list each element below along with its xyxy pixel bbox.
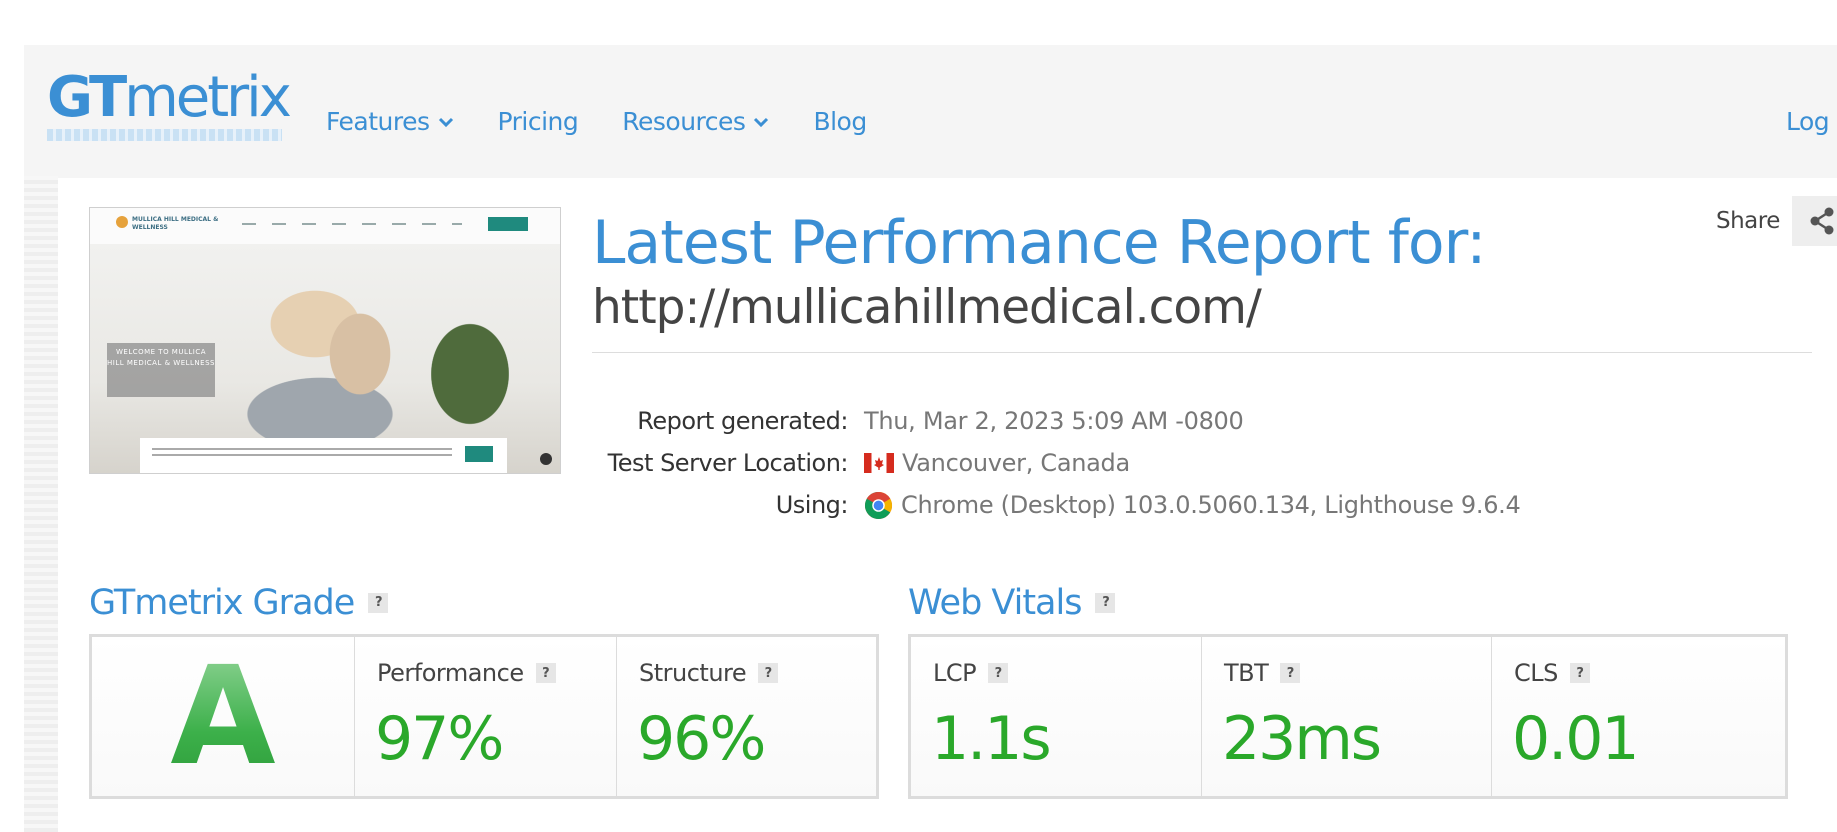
vitals-title: Web Vitals: [908, 583, 1082, 623]
vitals-help-icon[interactable]: ?: [1095, 593, 1116, 613]
structure-value: 96%: [637, 704, 766, 774]
divider: [592, 352, 1812, 353]
main-nav: Features Pricing Resources Blog: [326, 107, 911, 136]
share-control: Share: [1716, 196, 1837, 246]
meta-label: Report generated:: [637, 407, 848, 435]
nav-blog[interactable]: Blog: [813, 107, 867, 136]
meta-row-generated: Report generated: Thu, Mar 2, 2023 5:09 …: [592, 400, 1520, 442]
report-title: Latest Performance Report for:: [592, 208, 1486, 278]
meta-row-location: Test Server Location: Vancouver, Canada: [592, 442, 1520, 484]
tbt-cell: TBT ? 23ms: [1201, 637, 1491, 796]
thumbnail-logo-mark: [116, 216, 128, 228]
tbt-help-icon[interactable]: ?: [1280, 663, 1301, 683]
page-frame: GTmetrix Features Pricing Resources Blog…: [24, 45, 1837, 832]
lcp-cell: LCP ? 1.1s: [911, 637, 1201, 796]
grade-section-title: GTmetrix Grade ?: [89, 581, 389, 625]
thumbnail-welcome-text: WELCOME TO MULLICA HILL MEDICAL & WELLNE…: [107, 343, 215, 397]
thumbnail-nav: [242, 223, 462, 225]
meta-value: Thu, Mar 2, 2023 5:09 AM -0800: [864, 407, 1244, 435]
structure-help-icon[interactable]: ?: [758, 663, 779, 683]
cls-label: CLS: [1514, 659, 1558, 687]
grade-letter: A: [92, 637, 354, 796]
thumbnail-cta-button: [488, 217, 528, 231]
thumbnail-site-header: MULLICA HILL MEDICAL & WELLNESS: [90, 208, 560, 244]
structure-cell: Structure ? 96%: [616, 637, 876, 796]
grade-letter-cell: A: [92, 637, 354, 796]
nav-pricing[interactable]: Pricing: [498, 107, 579, 136]
nav-resources-label: Resources: [622, 107, 746, 136]
structure-label: Structure: [639, 659, 747, 687]
lcp-help-icon[interactable]: ?: [988, 663, 1009, 683]
cls-value: 0.01: [1512, 704, 1640, 774]
report-generated-value: Thu, Mar 2, 2023 5:09 AM -0800: [864, 407, 1244, 435]
performance-value: 97%: [375, 704, 504, 774]
cls-help-icon[interactable]: ?: [1569, 663, 1590, 683]
thumbnail-cookie-banner: [140, 438, 507, 473]
site-screenshot-thumbnail: MULLICA HILL MEDICAL & WELLNESS WELCOME …: [89, 207, 561, 474]
lcp-value: 1.1s: [931, 704, 1052, 774]
gtmetrix-logo[interactable]: GTmetrix: [47, 63, 307, 147]
nav-features-label: Features: [326, 107, 430, 136]
thumbnail-accessibility-icon: [540, 453, 552, 465]
report-meta: Report generated: Thu, Mar 2, 2023 5:09 …: [592, 400, 1521, 526]
grade-box: A Performance ? 97% Structure ? 96%: [89, 634, 879, 799]
vitals-section-title: Web Vitals ?: [908, 581, 1116, 625]
cls-cell: CLS ? 0.01: [1491, 637, 1785, 796]
meta-label: Using:: [775, 491, 849, 519]
vitals-box: LCP ? 1.1s TBT ? 23ms CLS ? 0.01: [908, 634, 1788, 799]
thumbnail-cookie-text: [152, 448, 452, 450]
report-url: http://mullicahillmedical.com/: [592, 280, 1262, 335]
share-label: Share: [1716, 208, 1780, 234]
chrome-icon: [864, 491, 893, 519]
nav-features[interactable]: Features: [326, 107, 454, 136]
chevron-down-icon: [438, 117, 453, 127]
share-button[interactable]: [1791, 196, 1837, 246]
structure-label-row: Structure ?: [639, 659, 779, 687]
meta-row-using: Using: Chrome (Desktop) 103.0.5060.134, …: [592, 484, 1521, 526]
tbt-label-row: TBT ?: [1224, 659, 1301, 687]
server-location-value: Vancouver, Canada: [902, 449, 1130, 477]
cls-label-row: CLS ?: [1514, 659, 1590, 687]
lcp-label: LCP: [933, 659, 977, 687]
share-icon: [1810, 207, 1834, 235]
canada-flag-icon: [864, 453, 894, 473]
performance-label-row: Performance ?: [377, 659, 556, 687]
browser-version-value: Chrome (Desktop) 103.0.5060.134, Lightho…: [901, 491, 1521, 519]
performance-help-icon[interactable]: ?: [535, 663, 556, 683]
tbt-label: TBT: [1224, 659, 1269, 687]
logo-text: GTmetrix: [47, 65, 292, 130]
meta-label: Test Server Location:: [607, 449, 849, 477]
login-link[interactable]: Log: [1786, 107, 1830, 136]
nav-pricing-label: Pricing: [497, 107, 579, 136]
tbt-value: 23ms: [1222, 704, 1382, 774]
thumbnail-cookie-button: [465, 446, 493, 462]
lcp-label-row: LCP ?: [933, 659, 1009, 687]
panel-side-pattern: [24, 176, 58, 832]
chevron-down-icon: [754, 117, 769, 127]
grade-title: GTmetrix Grade: [89, 583, 355, 623]
nav-resources[interactable]: Resources: [622, 107, 769, 136]
meta-value: Vancouver, Canada: [864, 449, 1130, 477]
nav-blog-label: Blog: [813, 107, 867, 136]
meta-value: Chrome (Desktop) 103.0.5060.134, Lightho…: [864, 491, 1521, 520]
performance-label: Performance: [377, 659, 524, 687]
performance-cell: Performance ? 97%: [354, 637, 616, 796]
thumbnail-site-logo: MULLICA HILL MEDICAL & WELLNESS: [132, 216, 219, 231]
report-panel: MULLICA HILL MEDICAL & WELLNESS WELCOME …: [58, 178, 1837, 832]
grade-help-icon[interactable]: ?: [368, 593, 389, 613]
